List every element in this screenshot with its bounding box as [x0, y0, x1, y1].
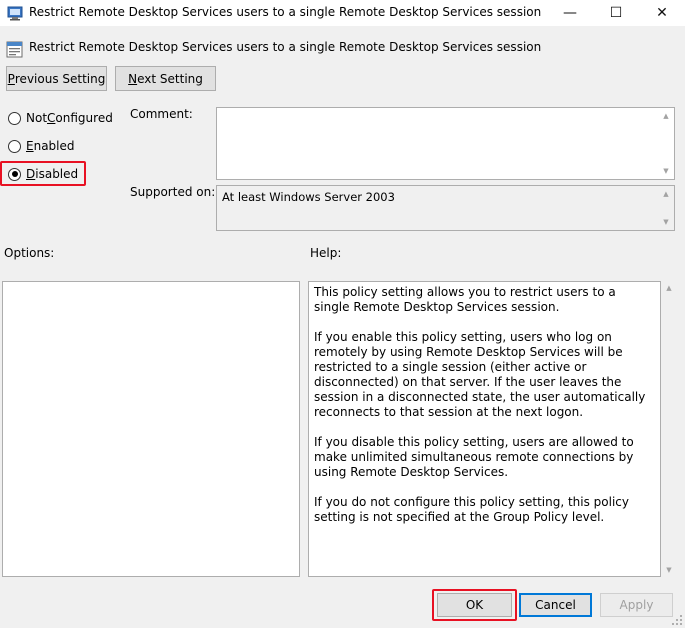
setting-header-title: Restrict Remote Desktop Services users t…: [29, 40, 542, 54]
scroll-up-icon[interactable]: ▲: [659, 109, 673, 123]
next-label: ext Setting: [137, 71, 203, 86]
comment-label: Comment:: [130, 107, 193, 121]
scroll-up-icon[interactable]: ▲: [662, 281, 676, 295]
radio-enabled-indicator[interactable]: [8, 139, 21, 153]
scroll-down-icon[interactable]: ▼: [659, 215, 673, 229]
help-text: This policy setting allows you to restri…: [309, 282, 660, 525]
close-button[interactable]: ✕: [639, 0, 685, 26]
previous-mnemonic: P: [7, 71, 15, 86]
radio-label-mnemonic: E: [26, 139, 34, 153]
window-title: Restrict Remote Desktop Services users t…: [29, 5, 542, 19]
supported-on-field: At least Windows Server 2003 ▲ ▼: [216, 185, 675, 231]
radio-label-post: isabled: [35, 167, 79, 181]
radio-disabled[interactable]: Disabled: [8, 167, 78, 181]
help-panel: This policy setting allows you to restri…: [308, 281, 661, 577]
scroll-down-icon[interactable]: ▼: [662, 563, 676, 577]
ok-button[interactable]: OK: [437, 593, 512, 617]
radio-not-configured[interactable]: Not Configured: [8, 111, 113, 125]
help-paragraph: If you do not configure this policy sett…: [314, 495, 629, 524]
comment-textarea[interactable]: ▲ ▼: [216, 107, 675, 180]
close-icon: ✕: [656, 5, 668, 21]
options-panel: [2, 281, 300, 577]
previous-setting-button[interactable]: Previous Setting: [6, 66, 107, 91]
maximize-icon: ☐: [609, 5, 623, 21]
help-paragraph: This policy setting allows you to restri…: [314, 285, 616, 314]
apply-button[interactable]: Apply: [600, 593, 673, 617]
help-scrollbar[interactable]: ▲ ▼: [662, 281, 676, 577]
options-label: Options:: [4, 246, 55, 260]
next-setting-button[interactable]: Next Setting: [115, 66, 216, 91]
radio-label-post: onfigured: [55, 111, 113, 125]
maximize-button[interactable]: ☐: [593, 0, 639, 26]
radio-label-pre: Not: [26, 111, 48, 125]
comment-text: [217, 108, 674, 114]
radio-not-configured-indicator[interactable]: [8, 111, 21, 125]
radio-disabled-indicator[interactable]: [8, 167, 21, 181]
policy-app-icon: [7, 6, 23, 21]
minimize-button[interactable]: —: [547, 0, 593, 26]
radio-label-post: nabled: [33, 139, 75, 153]
resize-grip-icon[interactable]: [672, 615, 683, 626]
supported-on-text: At least Windows Server 2003: [222, 190, 395, 204]
help-paragraph: If you disable this policy setting, user…: [314, 435, 634, 479]
radio-enabled[interactable]: Enabled: [8, 139, 75, 153]
minimize-icon: —: [563, 5, 577, 21]
comment-scrollbar[interactable]: ▲ ▼: [659, 109, 673, 178]
cancel-button[interactable]: Cancel: [519, 593, 592, 617]
policy-setting-icon: [6, 41, 23, 58]
radio-label-mnemonic: D: [26, 167, 36, 181]
radio-label-mnemonic: C: [47, 111, 56, 125]
supported-scrollbar[interactable]: ▲ ▼: [659, 187, 673, 229]
help-label: Help:: [310, 246, 342, 260]
scroll-up-icon[interactable]: ▲: [659, 187, 673, 201]
previous-label: revious Setting: [14, 71, 106, 86]
supported-on-label: Supported on:: [130, 185, 216, 199]
help-paragraph: If you enable this policy setting, users…: [314, 330, 646, 419]
next-mnemonic: N: [128, 71, 138, 86]
scroll-down-icon[interactable]: ▼: [659, 164, 673, 178]
